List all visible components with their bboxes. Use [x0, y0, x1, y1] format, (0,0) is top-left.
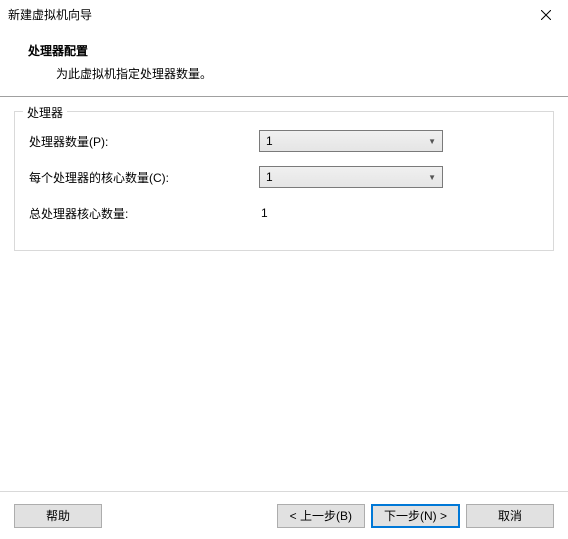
- cores-per-processor-label: 每个处理器的核心数量(C):: [29, 169, 259, 186]
- next-button[interactable]: 下一步(N) >: [371, 504, 460, 528]
- cores-per-processor-value: 1: [266, 170, 273, 184]
- content-area: 处理器 处理器数量(P): 1 ▼ 每个处理器的核心数量(C): 1 ▼ 总处理…: [0, 97, 568, 251]
- wizard-footer: 帮助 < 上一步(B) 下一步(N) > 取消: [0, 491, 568, 539]
- row-cores-per-processor: 每个处理器的核心数量(C): 1 ▼: [29, 166, 539, 188]
- row-processor-count: 处理器数量(P): 1 ▼: [29, 130, 539, 152]
- help-button[interactable]: 帮助: [14, 504, 102, 528]
- back-button[interactable]: < 上一步(B): [277, 504, 365, 528]
- groupbox-label: 处理器: [23, 104, 67, 121]
- cores-per-processor-select[interactable]: 1 ▼: [259, 166, 443, 188]
- processor-count-select[interactable]: 1 ▼: [259, 130, 443, 152]
- processor-count-label: 处理器数量(P):: [29, 133, 259, 150]
- page-subtitle: 为此虚拟机指定处理器数量。: [28, 65, 548, 82]
- processor-count-value: 1: [266, 134, 273, 148]
- total-cores-value: 1: [259, 206, 268, 220]
- page-title: 处理器配置: [28, 42, 548, 59]
- row-total-cores: 总处理器核心数量: 1: [29, 202, 539, 224]
- chevron-down-icon: ▼: [428, 137, 436, 146]
- window-title: 新建虚拟机向导: [8, 6, 92, 23]
- close-button[interactable]: [523, 0, 568, 30]
- close-icon: [541, 10, 551, 20]
- wizard-header: 处理器配置 为此虚拟机指定处理器数量。: [0, 30, 568, 96]
- cancel-button[interactable]: 取消: [466, 504, 554, 528]
- processor-group: 处理器 处理器数量(P): 1 ▼ 每个处理器的核心数量(C): 1 ▼ 总处理…: [14, 111, 554, 251]
- titlebar: 新建虚拟机向导: [0, 0, 568, 30]
- chevron-down-icon: ▼: [428, 173, 436, 182]
- total-cores-label: 总处理器核心数量:: [29, 205, 259, 222]
